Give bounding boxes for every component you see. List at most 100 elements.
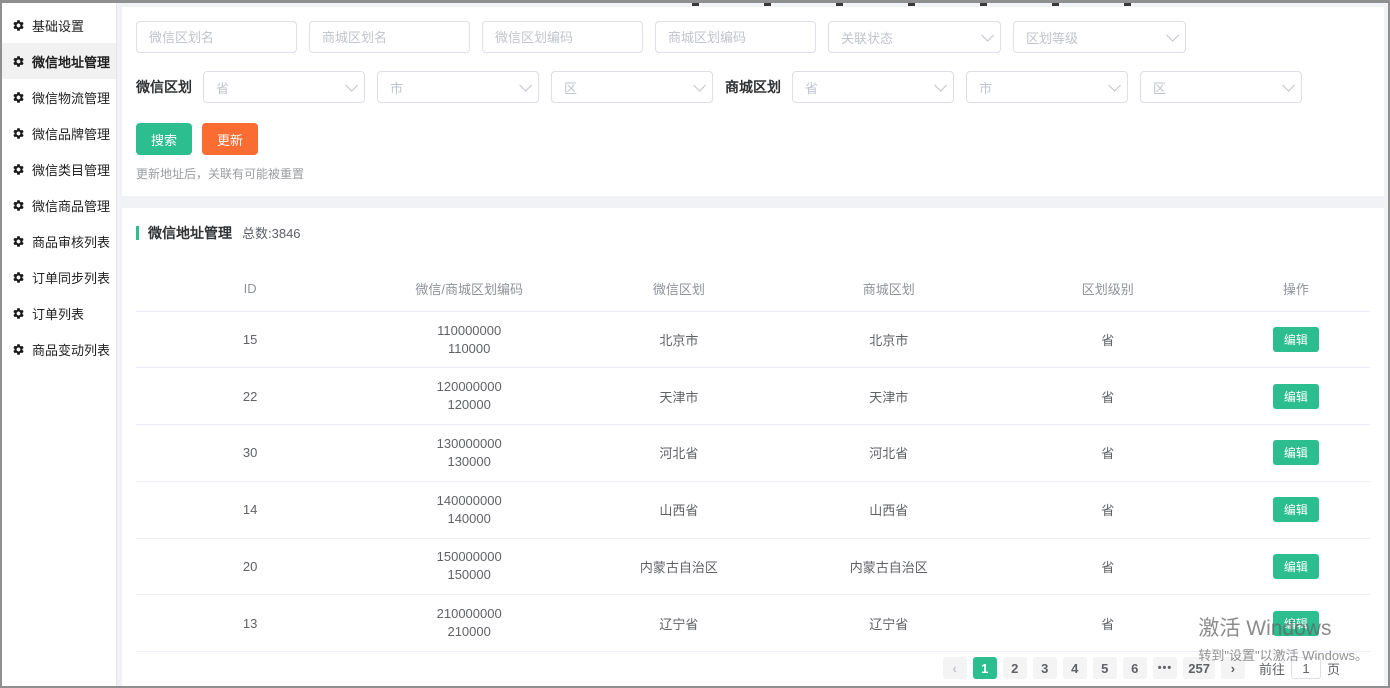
select-placeholder: 省 <box>216 78 229 97</box>
gear-icon <box>12 271 25 284</box>
column-header-codes: 微信/商城区划编码 <box>364 279 574 298</box>
select-placeholder: 市 <box>390 78 403 97</box>
cell-codes: 150000000 150000 <box>364 548 574 584</box>
edit-button[interactable]: 编辑 <box>1273 611 1319 636</box>
gear-icon <box>12 127 25 140</box>
edit-button[interactable]: 编辑 <box>1273 384 1319 409</box>
column-header-wechat-region: 微信区划 <box>574 279 784 298</box>
mall-province-select[interactable]: 省 <box>792 71 954 103</box>
select-placeholder: 市 <box>979 78 992 97</box>
chevron-down-icon <box>934 79 947 92</box>
sidebar-item-order-list[interactable]: 订单列表 <box>2 295 116 331</box>
select-placeholder: 区划等级 <box>1026 28 1078 47</box>
sidebar-item-wechat-address[interactable]: 微信地址管理 <box>2 43 116 79</box>
page-button-3[interactable]: 3 <box>1033 657 1057 679</box>
edit-button[interactable]: 编辑 <box>1273 497 1319 522</box>
wechat-region-name-input[interactable] <box>136 21 297 53</box>
goto-label: 前往 <box>1259 659 1285 678</box>
cell-codes: 110000000 110000 <box>364 322 574 358</box>
mall-region-name-input[interactable] <box>309 21 470 53</box>
select-placeholder: 省 <box>805 78 818 97</box>
sidebar-item-product-change-list[interactable]: 商品变动列表 <box>2 331 116 367</box>
goto-page-input[interactable] <box>1291 657 1321 679</box>
mall-code: 120000 <box>364 396 574 414</box>
cell-mall-region: 天津市 <box>784 387 994 406</box>
cell-mall-region: 河北省 <box>784 443 994 462</box>
gear-icon <box>12 199 25 212</box>
edit-button[interactable]: 编辑 <box>1273 327 1319 352</box>
cell-id: 15 <box>136 332 364 347</box>
mall-code: 130000 <box>364 453 574 471</box>
mall-code: 150000 <box>364 566 574 584</box>
sidebar-item-wechat-product[interactable]: 微信商品管理 <box>2 187 116 223</box>
table-row: 20 150000000 150000 内蒙古自治区 内蒙古自治区 省 编辑 <box>136 539 1370 596</box>
sidebar-item-wechat-category[interactable]: 微信类目管理 <box>2 151 116 187</box>
table-panel: 微信地址管理 总数:3846 ID 微信/商城区划编码 微信区划 商城区划 区划… <box>122 208 1384 686</box>
cell-wechat-region: 河北省 <box>574 443 784 462</box>
wechat-province-select[interactable]: 省 <box>203 71 365 103</box>
page-button-5[interactable]: 5 <box>1093 657 1117 679</box>
mall-district-select[interactable]: 区 <box>1140 71 1302 103</box>
prev-page-button[interactable]: ‹ <box>943 657 967 679</box>
sidebar-item-label: 微信商品管理 <box>32 196 110 215</box>
mall-region-code-input[interactable] <box>655 21 816 53</box>
sidebar-item-label: 微信物流管理 <box>32 88 110 107</box>
cell-level: 省 <box>994 387 1222 406</box>
wechat-code: 120000000 <box>364 378 574 396</box>
column-header-mall-region: 商城区划 <box>784 279 994 298</box>
next-page-button[interactable]: › <box>1221 657 1245 679</box>
cell-level: 省 <box>994 557 1222 576</box>
edit-button[interactable]: 编辑 <box>1273 440 1319 465</box>
cell-wechat-region: 北京市 <box>574 330 784 349</box>
search-button[interactable]: 搜索 <box>136 123 192 155</box>
sidebar-item-wechat-logistics[interactable]: 微信物流管理 <box>2 79 116 115</box>
region-level-select[interactable]: 区划等级 <box>1013 21 1186 53</box>
cell-wechat-region: 山西省 <box>574 500 784 519</box>
more-pages-button[interactable]: ••• <box>1153 657 1178 679</box>
filter-panel: 关联状态 区划等级 微信区划 省 市 区 商城区划 <box>122 7 1384 196</box>
cell-mall-region: 内蒙古自治区 <box>784 557 994 576</box>
wechat-city-select[interactable]: 市 <box>377 71 539 103</box>
sidebar-item-product-review-list[interactable]: 商品审核列表 <box>2 223 116 259</box>
cell-wechat-region: 天津市 <box>574 387 784 406</box>
page-button-2[interactable]: 2 <box>1003 657 1027 679</box>
page-button-1[interactable]: 1 <box>973 657 997 679</box>
wechat-region-code-input[interactable] <box>482 21 643 53</box>
gear-icon <box>12 343 25 356</box>
cell-codes: 120000000 120000 <box>364 378 574 414</box>
select-placeholder: 区 <box>564 78 577 97</box>
link-status-select[interactable]: 关联状态 <box>828 21 1001 53</box>
total-count: 总数:3846 <box>242 223 301 242</box>
sidebar-item-label: 订单同步列表 <box>32 268 110 287</box>
table-header: ID 微信/商城区划编码 微信区划 商城区划 区划级别 操作 <box>136 266 1370 312</box>
cell-codes: 210000000 210000 <box>364 605 574 641</box>
page-button-4[interactable]: 4 <box>1063 657 1087 679</box>
cell-id: 22 <box>136 389 364 404</box>
sidebar-item-order-sync-list[interactable]: 订单同步列表 <box>2 259 116 295</box>
mall-city-select[interactable]: 市 <box>966 71 1128 103</box>
page-button-6[interactable]: 6 <box>1123 657 1147 679</box>
select-placeholder: 区 <box>1153 78 1166 97</box>
goto-unit: 页 <box>1327 659 1340 678</box>
cell-id: 20 <box>136 559 364 574</box>
gear-icon <box>12 19 25 32</box>
table-row: 30 130000000 130000 河北省 河北省 省 编辑 <box>136 425 1370 482</box>
table-row: 14 140000000 140000 山西省 山西省 省 编辑 <box>136 482 1370 539</box>
cell-wechat-region: 辽宁省 <box>574 614 784 633</box>
cell-mall-region: 辽宁省 <box>784 614 994 633</box>
page-button-257[interactable]: 257 <box>1183 657 1215 679</box>
sidebar-item-wechat-brand[interactable]: 微信品牌管理 <box>2 115 116 151</box>
cell-id: 30 <box>136 445 364 460</box>
edit-button[interactable]: 编辑 <box>1273 554 1319 579</box>
wechat-district-select[interactable]: 区 <box>551 71 713 103</box>
cell-level: 省 <box>994 330 1222 349</box>
update-button[interactable]: 更新 <box>202 123 258 155</box>
table-row: 22 120000000 120000 天津市 天津市 省 编辑 <box>136 368 1370 425</box>
mall-region-label: 商城区划 <box>725 77 781 97</box>
sidebar-item-basic-settings[interactable]: 基础设置 <box>2 7 116 43</box>
gear-icon <box>12 235 25 248</box>
wechat-code: 150000000 <box>364 548 574 566</box>
mall-code: 210000 <box>364 623 574 641</box>
cell-codes: 140000000 140000 <box>364 492 574 528</box>
main-content: 关联状态 区划等级 微信区划 省 市 区 商城区划 <box>117 3 1388 686</box>
